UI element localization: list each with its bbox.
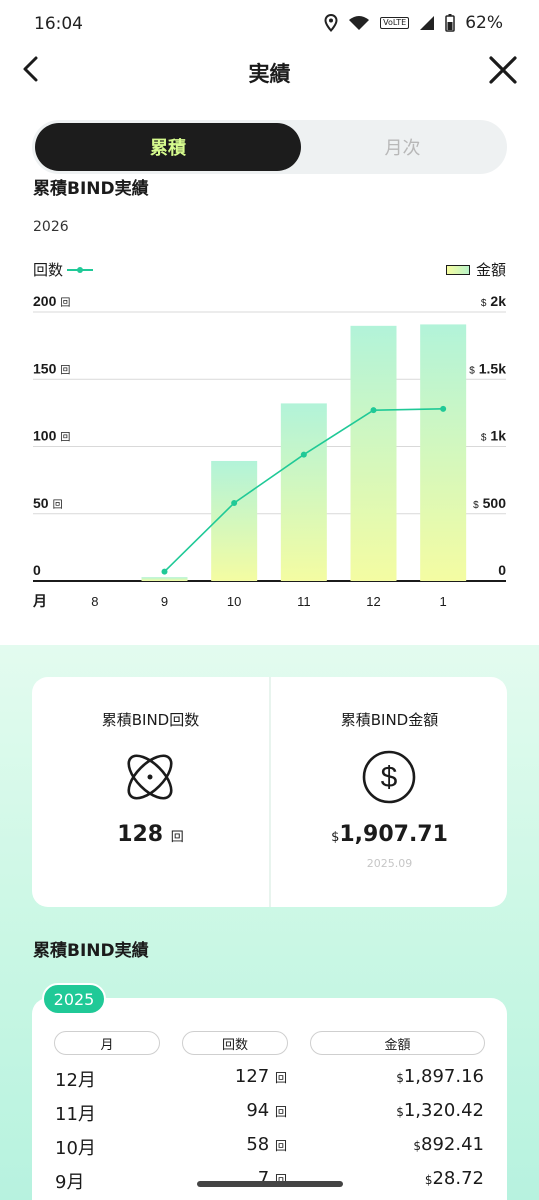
left-tick-unit: 回 xyxy=(53,499,63,511)
row-month: 9月 xyxy=(55,1172,85,1193)
battery-level: 62% xyxy=(465,13,503,33)
tab-monthly[interactable]: 月次 xyxy=(301,123,504,171)
x-tick-label: 12 xyxy=(366,594,380,609)
amount-bar xyxy=(350,325,397,581)
count-point xyxy=(231,499,238,506)
page-title: 実績 xyxy=(248,62,291,86)
location-icon xyxy=(324,14,338,32)
table-row: 11月 94 回 $1,320.42 xyxy=(0,1100,539,1134)
year-badge[interactable]: 2025 xyxy=(42,983,106,1015)
right-tick-unit: $ xyxy=(469,365,475,376)
count-value: 128 回 xyxy=(117,822,184,847)
right-tick-unit: $ xyxy=(481,433,487,444)
row-amount: $1,897.16 xyxy=(396,1066,484,1087)
svg-text:$: $ xyxy=(381,761,398,794)
left-tick-unit: 回 xyxy=(60,364,70,376)
row-amount: $28.72 xyxy=(424,1168,484,1189)
row-month: 12月 xyxy=(55,1070,96,1091)
left-tick-label: 200 xyxy=(33,295,57,309)
row-count: 58 回 xyxy=(246,1134,287,1155)
table-row: 10月 58 回 $892.41 xyxy=(0,1134,539,1168)
amount-date: 2025.09 xyxy=(366,857,413,870)
left-tick-unit: 回 xyxy=(60,432,70,444)
count-point xyxy=(370,407,377,414)
row-month: 10月 xyxy=(55,1138,96,1159)
header-amount: 金額 xyxy=(310,1031,485,1055)
left-tick-label: 50 xyxy=(33,495,49,511)
signal-icon xyxy=(420,16,435,30)
row-amount: $1,320.42 xyxy=(396,1100,484,1121)
legend-amount: 金額 xyxy=(445,259,506,280)
header-month: 月 xyxy=(54,1031,160,1055)
legend-count: 回数 xyxy=(33,259,94,280)
amount-bar xyxy=(420,324,467,581)
legend-count-label: 回数 xyxy=(33,261,64,279)
chart-section-title: 累積BIND実績 xyxy=(33,179,149,199)
close-icon[interactable] xyxy=(487,54,519,86)
amount-value: $1,907.71 xyxy=(331,822,448,847)
right-tick-label: 500 xyxy=(483,495,507,511)
amount-bar xyxy=(211,460,258,581)
cumulative-chart: 050 回100 回150 回200 回0500$1k$1.5k$2k$月 8 9 10 11 1… xyxy=(32,295,507,609)
count-summary: 累積BIND回数 128 回 xyxy=(32,677,269,907)
atom-icon xyxy=(127,754,173,800)
table-row: 12月 127 回 $1,897.16 xyxy=(0,1066,539,1100)
amount-label: 累積BIND金額 xyxy=(340,711,439,729)
summary-card: 累積BIND回数 128 回 累積BIND金額 $ $1,907.71 2025… xyxy=(32,677,507,907)
right-tick-unit: $ xyxy=(473,500,479,511)
count-point xyxy=(161,568,168,575)
header-count: 回数 xyxy=(182,1031,288,1055)
app-bar: 実績 xyxy=(0,48,539,92)
right-tick-label: 2k xyxy=(490,295,506,309)
amount-summary: 累積BIND金額 $ $1,907.71 2025.09 xyxy=(271,677,508,907)
x-tick-label: 9 xyxy=(161,594,168,609)
chart-year: 2026 xyxy=(33,219,69,235)
x-tick-label: 10 xyxy=(227,594,241,609)
battery-icon xyxy=(445,14,455,32)
row-month: 11月 xyxy=(55,1104,96,1125)
legend-bar-swatch xyxy=(445,264,470,275)
row-amount: $892.41 xyxy=(413,1134,484,1155)
left-tick-label: 150 xyxy=(33,360,57,376)
row-count: 127 回 xyxy=(234,1066,287,1087)
count-point xyxy=(440,405,447,412)
legend-amount-label: 金額 xyxy=(475,261,506,279)
x-tick-label: 11 xyxy=(297,594,311,609)
right-tick-unit: $ xyxy=(481,298,487,309)
left-tick-label: 0 xyxy=(33,562,41,578)
volte-badge: VoLTE xyxy=(380,17,410,29)
count-label: 累積BIND回数 xyxy=(101,711,200,729)
status-icons: VoLTE 62% xyxy=(324,13,503,33)
wifi-icon xyxy=(349,16,370,30)
amount-bar xyxy=(280,403,327,581)
period-toggle: 累積 月次 xyxy=(32,120,507,174)
dollar-icon: $ xyxy=(362,750,416,804)
table-section-title: 累積BIND実績 xyxy=(33,941,149,961)
x-tick-label: 8 xyxy=(91,594,98,609)
right-tick-label: 1.5k xyxy=(479,360,506,376)
gesture-bar[interactable] xyxy=(197,1181,343,1187)
x-tick-label: 1 xyxy=(440,594,447,609)
status-bar: 16:04 VoLTE 62% xyxy=(0,0,539,48)
left-tick-label: 100 xyxy=(33,428,57,444)
count-point xyxy=(300,451,307,458)
tab-cumulative[interactable]: 累積 xyxy=(35,123,301,171)
right-tick-label: 0 xyxy=(498,562,506,578)
legend-line-swatch xyxy=(67,266,94,273)
status-time: 16:04 xyxy=(34,14,83,34)
row-count: 94 回 xyxy=(246,1100,287,1121)
left-tick-unit: 回 xyxy=(60,297,70,309)
right-tick-label: 1k xyxy=(490,428,506,444)
x-axis-label: 月 xyxy=(32,593,47,609)
amount-bar xyxy=(141,577,188,581)
